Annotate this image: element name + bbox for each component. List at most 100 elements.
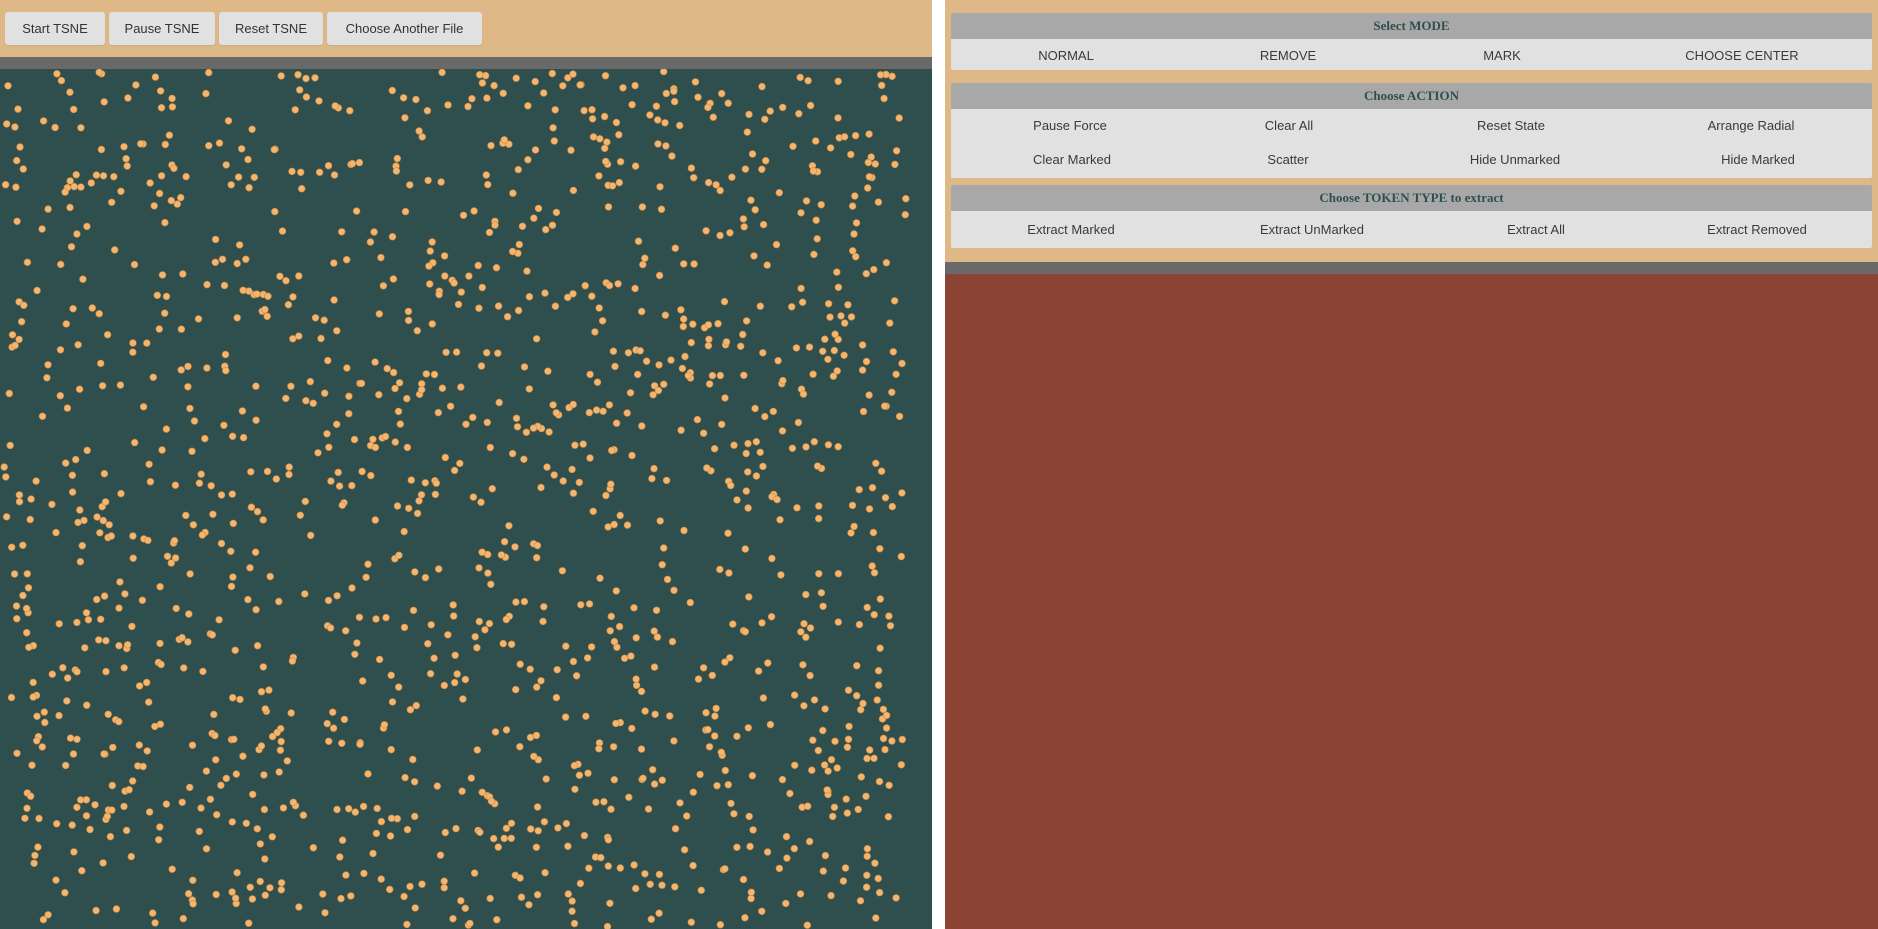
token-dot[interactable]: [682, 812, 691, 820]
token-dot[interactable]: [52, 528, 60, 537]
token-dot[interactable]: [329, 708, 337, 716]
token-dot[interactable]: [704, 321, 713, 329]
token-dot[interactable]: [289, 293, 297, 301]
token-dot[interactable]: [568, 465, 576, 474]
token-dot[interactable]: [323, 719, 331, 728]
token-dot[interactable]: [532, 731, 541, 740]
token-dot[interactable]: [333, 592, 341, 600]
token-dot[interactable]: [679, 260, 688, 268]
token-dot[interactable]: [428, 238, 436, 246]
token-dot[interactable]: [217, 539, 226, 548]
token-dot[interactable]: [759, 220, 768, 229]
token-dot[interactable]: [248, 125, 256, 133]
token-dot[interactable]: [877, 81, 886, 90]
reset-tsne-button[interactable]: Reset TSNE: [219, 12, 323, 45]
token-dot[interactable]: [875, 888, 884, 897]
clear-marked-button[interactable]: Clear Marked: [1033, 143, 1111, 177]
token-dot[interactable]: [676, 799, 684, 807]
token-dot[interactable]: [512, 414, 521, 422]
token-dot[interactable]: [817, 201, 825, 209]
token-dot[interactable]: [606, 899, 614, 907]
token-dot[interactable]: [721, 658, 729, 666]
mode-mark[interactable]: MARK: [1483, 39, 1521, 70]
token-dot[interactable]: [177, 366, 185, 374]
token-dot[interactable]: [821, 851, 830, 860]
token-dot[interactable]: [758, 619, 766, 627]
token-dot[interactable]: [625, 793, 633, 801]
token-dot[interactable]: [826, 144, 835, 152]
token-dot[interactable]: [372, 615, 380, 623]
token-dot[interactable]: [709, 113, 717, 121]
token-dot[interactable]: [55, 620, 63, 628]
token-dot[interactable]: [840, 351, 848, 359]
token-dot[interactable]: [440, 681, 448, 690]
token-dot[interactable]: [189, 876, 197, 884]
token-dot[interactable]: [658, 776, 666, 784]
token-dot[interactable]: [604, 862, 612, 870]
token-dot[interactable]: [597, 853, 605, 862]
token-dot[interactable]: [871, 859, 879, 867]
token-dot[interactable]: [477, 498, 485, 506]
token-dot[interactable]: [167, 559, 176, 567]
token-dot[interactable]: [708, 671, 716, 680]
token-dot[interactable]: [456, 459, 464, 468]
token-dot[interactable]: [145, 460, 153, 468]
token-dot[interactable]: [333, 805, 341, 814]
token-dot[interactable]: [532, 843, 541, 851]
token-dot[interactable]: [862, 792, 870, 800]
token-dot[interactable]: [795, 109, 803, 118]
token-dot[interactable]: [208, 631, 217, 639]
token-dot[interactable]: [579, 440, 587, 448]
token-dot[interactable]: [395, 551, 403, 559]
token-dot[interactable]: [309, 399, 317, 407]
token-dot[interactable]: [338, 739, 346, 747]
token-dot[interactable]: [761, 412, 769, 421]
token-dot[interactable]: [278, 227, 287, 235]
token-dot[interactable]: [610, 520, 618, 529]
token-dot[interactable]: [680, 846, 689, 854]
token-dot[interactable]: [360, 869, 368, 878]
token-dot[interactable]: [231, 894, 240, 902]
token-dot[interactable]: [569, 400, 577, 409]
token-dot[interactable]: [711, 712, 719, 720]
token-dot[interactable]: [67, 243, 76, 251]
token-dot[interactable]: [880, 402, 889, 410]
token-dot[interactable]: [545, 428, 553, 436]
token-dot[interactable]: [433, 782, 441, 790]
token-dot[interactable]: [55, 711, 63, 720]
token-dot[interactable]: [552, 409, 560, 417]
token-dot[interactable]: [803, 802, 812, 810]
token-dot[interactable]: [261, 855, 269, 863]
token-dot[interactable]: [800, 702, 808, 710]
token-dot[interactable]: [864, 158, 872, 167]
token-dot[interactable]: [824, 355, 832, 363]
token-dot[interactable]: [756, 302, 764, 310]
token-dot[interactable]: [670, 97, 679, 106]
token-dot[interactable]: [185, 610, 193, 618]
token-dot[interactable]: [763, 848, 772, 856]
token-dot[interactable]: [531, 77, 539, 86]
token-dot[interactable]: [324, 356, 332, 365]
token-dot[interactable]: [336, 853, 344, 861]
token-dot[interactable]: [583, 654, 592, 662]
token-dot[interactable]: [162, 800, 171, 808]
token-dot[interactable]: [295, 272, 303, 280]
token-dot[interactable]: [12, 183, 20, 191]
token-dot[interactable]: [25, 643, 33, 651]
token-dot[interactable]: [689, 861, 697, 870]
token-dot[interactable]: [863, 852, 871, 860]
token-dot[interactable]: [450, 612, 458, 620]
token-dot[interactable]: [27, 495, 35, 503]
token-dot[interactable]: [491, 221, 499, 229]
token-dot[interactable]: [38, 412, 47, 420]
token-dot[interactable]: [615, 622, 624, 631]
token-dot[interactable]: [430, 370, 439, 379]
token-dot[interactable]: [809, 736, 817, 744]
token-dot[interactable]: [779, 376, 787, 385]
token-dot[interactable]: [406, 181, 414, 189]
token-dot[interactable]: [188, 741, 197, 749]
token-dot[interactable]: [589, 507, 597, 515]
token-dot[interactable]: [284, 301, 293, 309]
token-dot[interactable]: [423, 106, 432, 115]
token-dot[interactable]: [828, 812, 837, 821]
